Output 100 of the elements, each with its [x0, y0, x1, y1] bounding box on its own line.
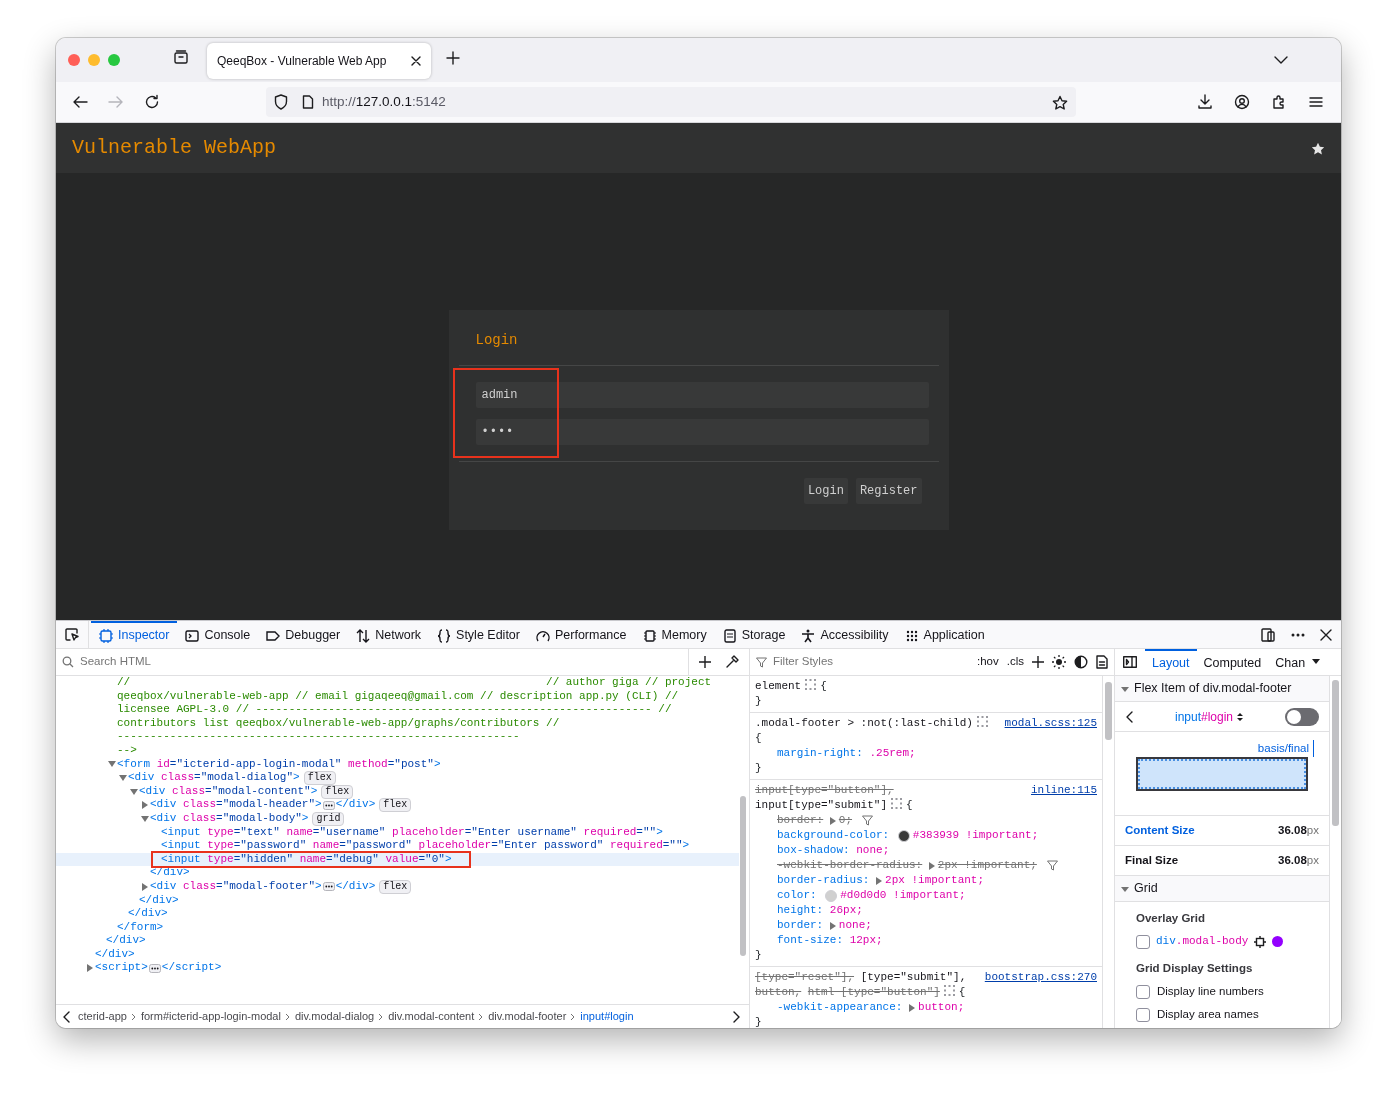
property-name[interactable]: height:: [777, 903, 824, 918]
browser-tab[interactable]: QeeqBox - Vulnerable Web App: [207, 43, 431, 79]
devtools-tab[interactable]: Debugger: [258, 621, 349, 648]
property-name[interactable]: box-shadow:: [777, 843, 850, 858]
property-name[interactable]: -webkit-appearance:: [777, 1000, 903, 1015]
new-tab-button[interactable]: [446, 51, 460, 65]
dark-theme-icon[interactable]: [1074, 655, 1088, 669]
expand-triangle-icon[interactable]: [876, 876, 883, 885]
disclosure-triangle-icon[interactable]: [141, 814, 149, 823]
password-field[interactable]: ••••: [475, 419, 929, 445]
property-name[interactable]: background-color:: [777, 828, 890, 843]
scrollbar-thumb[interactable]: [1332, 680, 1339, 826]
property-value[interactable]: 2px !important;: [885, 873, 985, 888]
checkbox[interactable]: [1136, 934, 1150, 949]
sidebar-toggle-icon[interactable]: [1123, 656, 1137, 668]
property-value[interactable]: 12px;: [849, 933, 883, 948]
close-window-button[interactable]: [68, 54, 80, 66]
url-field[interactable]: http://127.0.0.1:5142: [322, 91, 446, 113]
source-link[interactable]: bootstrap.css:270: [984, 970, 1097, 985]
back-button[interactable]: [72, 94, 88, 110]
property-value[interactable]: none;: [838, 918, 872, 933]
color-swatch[interactable]: [825, 889, 838, 902]
property-value[interactable]: none;: [856, 843, 890, 858]
opening-tag[interactable]: <div class="modal-content">: [139, 784, 318, 799]
expand-triangle-icon[interactable]: [829, 816, 836, 825]
property-value[interactable]: 2px !important;: [937, 858, 1037, 873]
opening-tag[interactable]: <div class="modal-dialog">: [128, 771, 300, 785]
source-link[interactable]: modal.scss:125: [1004, 716, 1097, 731]
display-badge[interactable]: flex: [303, 770, 336, 785]
disclosure-triangle-icon[interactable]: [108, 760, 116, 769]
breadcrumb[interactable]: input#login: [576, 1008, 638, 1025]
opening-tag[interactable]: <div class="modal-header">: [150, 798, 322, 812]
display-badge[interactable]: flex: [379, 798, 412, 813]
shield-icon[interactable]: [274, 94, 288, 110]
property-name[interactable]: border:: [777, 918, 824, 933]
disclosure-triangle-icon[interactable]: [130, 787, 138, 796]
breadcrumb[interactable]: div.modal-content: [384, 1008, 479, 1025]
register-button[interactable]: Register: [855, 478, 922, 504]
username-field[interactable]: admin: [475, 382, 929, 408]
expand-triangle-icon[interactable]: [909, 1003, 916, 1012]
source-link[interactable]: inline:115: [1031, 783, 1097, 798]
disclosure-triangle-icon[interactable]: [141, 882, 149, 891]
search-field[interactable]: Search HTML: [78, 652, 688, 672]
disclosure-triangle-icon[interactable]: [119, 773, 127, 782]
sidebar-tab[interactable]: Chan: [1268, 649, 1313, 675]
devtools-tab[interactable]: Application: [896, 621, 993, 648]
property-name[interactable]: margin-right:: [777, 746, 863, 761]
devtools-tab[interactable]: Console: [177, 621, 259, 648]
breadcrumb[interactable]: div.modal-footer: [484, 1008, 571, 1025]
opening-tag[interactable]: <script>: [95, 961, 148, 976]
property-name[interactable]: border-radius:: [777, 873, 870, 888]
display-badge[interactable]: flex: [321, 784, 354, 799]
highlight-selector-icon[interactable]: [891, 798, 903, 809]
ellipsis-icon[interactable]: [148, 963, 161, 973]
toggle-switch[interactable]: [1285, 707, 1319, 726]
crosshair-icon[interactable]: [1254, 935, 1267, 948]
opening-tag[interactable]: <input type="password" name="password" placeholder="Enter password" required="">: [161, 839, 690, 853]
close-icon[interactable]: [411, 56, 421, 66]
devtools-tab[interactable]: Storage: [714, 621, 794, 648]
property-value[interactable]: .25rem;: [869, 746, 916, 761]
add-rule-icon[interactable]: [1032, 656, 1044, 668]
sort-arrows-icon[interactable]: [1237, 711, 1244, 722]
account-button[interactable]: [1234, 94, 1250, 110]
site-title[interactable]: Vulnerable WebApp: [72, 133, 277, 163]
disclosure-triangle-icon[interactable]: [86, 964, 94, 973]
property-name[interactable]: font-size:: [777, 933, 843, 948]
disclosure-triangle-icon[interactable]: [1121, 884, 1129, 893]
opening-tag[interactable]: <div class="modal-body">: [150, 811, 309, 826]
breadcrumb[interactable]: div.modal-dialog: [290, 1008, 379, 1025]
property-value[interactable]: 0;: [838, 813, 853, 828]
download-button[interactable]: [1197, 94, 1213, 110]
close-button[interactable]: [1320, 628, 1332, 641]
add-node-icon[interactable]: [699, 656, 711, 668]
property-value[interactable]: 26px;: [829, 903, 863, 918]
property-value[interactable]: #383939 !important;: [912, 828, 1039, 843]
sidebar-tab[interactable]: Computed: [1196, 649, 1269, 675]
property-name[interactable]: -webkit-border-radius:: [777, 858, 923, 873]
element-picker-icon[interactable]: [64, 626, 80, 643]
element-selector[interactable]: input#login: [1174, 707, 1234, 726]
property-name[interactable]: color:: [777, 888, 817, 903]
opening-tag[interactable]: <input type="hidden" name="debug" value="0">: [161, 852, 452, 867]
reload-button[interactable]: [144, 94, 160, 110]
scrollbar-thumb[interactable]: [1105, 682, 1112, 740]
responsive-mode-icon[interactable]: [1260, 626, 1276, 643]
devtools-tab[interactable]: Performance: [527, 621, 635, 648]
color-dot[interactable]: [1272, 936, 1284, 947]
disclosure-triangle-icon[interactable]: [141, 801, 149, 810]
chevron-right-icon[interactable]: [733, 1011, 741, 1024]
ellipsis-icon[interactable]: [322, 882, 335, 892]
devtools-tab[interactable]: Accessibility: [793, 621, 897, 648]
eyedropper-icon[interactable]: [725, 655, 739, 669]
filter-icon[interactable]: [862, 815, 874, 826]
back-icon[interactable]: [1125, 711, 1133, 724]
devtools-tab[interactable]: Network: [348, 621, 430, 648]
print-document-icon[interactable]: [1096, 655, 1108, 669]
disclosure-triangle-icon[interactable]: [1121, 684, 1129, 693]
color-swatch[interactable]: [897, 829, 910, 842]
highlight-selector-icon[interactable]: [805, 679, 817, 690]
checkbox[interactable]: [1136, 984, 1150, 999]
devtools-tab[interactable]: Memory: [634, 621, 715, 648]
